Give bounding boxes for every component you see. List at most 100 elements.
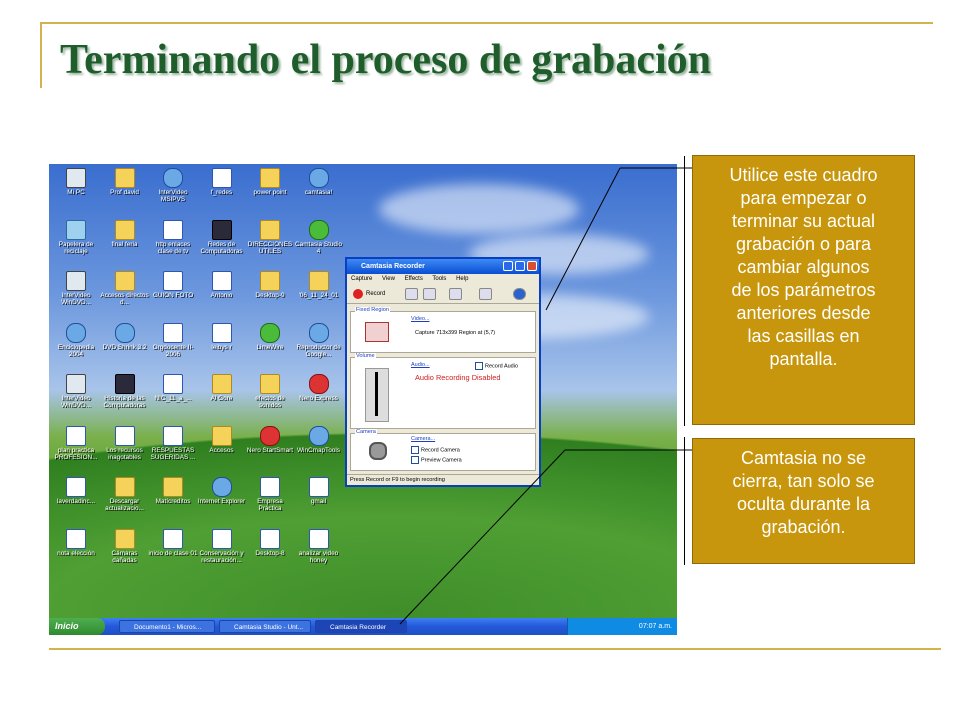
region-selector-icon[interactable]	[365, 322, 389, 342]
desktop-icon[interactable]: Desktop-8	[245, 528, 295, 557]
desktop-icon[interactable]: camtasia!	[294, 168, 344, 196]
record-audio-checkbox[interactable]: Record Audio	[475, 362, 518, 370]
record-camera-label: Record Camera	[421, 447, 460, 454]
document-icon	[163, 219, 183, 240]
desktop-icon-label: leibys r	[211, 343, 232, 351]
desktop-icon[interactable]: Redes de Computadoras	[197, 219, 247, 255]
desktop-icon[interactable]: Nero Express	[294, 374, 344, 402]
desktop-icon-label: GUION FOTO	[152, 292, 194, 299]
desktop-icon[interactable]: Mi PC	[51, 168, 101, 196]
webcam-icon	[369, 442, 387, 460]
desktop-icon[interactable]: RESPUESTAS SUGERIDAS ...	[148, 425, 198, 461]
camera-label: Camera	[355, 429, 377, 435]
desktop-icon[interactable]: NIC_11_a_...	[148, 374, 198, 402]
task-documento1[interactable]: Documento1 - Micros...	[119, 620, 215, 633]
desktop-icon[interactable]: inicio de clase 01	[148, 528, 198, 557]
camtasia-recorder-window[interactable]: Camtasia Recorder Capture View Effects T…	[345, 257, 541, 487]
desktop-icon[interactable]: Papelera de reciclaje	[51, 219, 101, 255]
capture-settings-icon[interactable]	[449, 288, 462, 300]
folder-icon	[211, 374, 232, 394]
app-icon	[308, 322, 329, 343]
desktop-icon[interactable]: Accesos directos d...	[100, 271, 150, 306]
desktop-icon-label: power point	[253, 189, 287, 196]
desktop-icon[interactable]: Accesos	[197, 425, 247, 454]
record-button[interactable]: Record	[351, 288, 385, 300]
desktop-icon[interactable]: efectos de sonidos	[245, 374, 295, 409]
document-icon	[163, 271, 183, 291]
desktop-icon[interactable]: Conservación y restauración...	[197, 528, 247, 564]
delete-icon[interactable]	[423, 288, 436, 300]
desktop-icon[interactable]: Al Gore	[197, 374, 247, 402]
callout-top-line: Utilice este cuadro	[729, 165, 878, 185]
start-button[interactable]: Inicio	[49, 618, 105, 635]
audio-settings-link[interactable]: Audio...	[411, 362, 430, 368]
recorder-titlebar[interactable]: Camtasia Recorder	[347, 259, 539, 274]
desktop-icon[interactable]: Nero StartSmart	[245, 425, 295, 454]
document-icon	[260, 528, 280, 549]
menu-help[interactable]: Help	[456, 276, 468, 282]
desktop-icon[interactable]: power point	[245, 168, 295, 196]
minimize-icon[interactable]	[503, 261, 513, 271]
maximize-icon[interactable]	[515, 261, 525, 271]
desktop-icon[interactable]: Descargar actualizacio...	[100, 477, 150, 512]
desktop-icon[interactable]: http enlaces clase de tv	[148, 219, 198, 255]
desktop-icon[interactable]: Desktop-9	[245, 271, 295, 299]
task-camtasia-recorder[interactable]: Camtasia Recorder	[315, 620, 407, 633]
video-settings-link[interactable]: Video...	[411, 316, 430, 322]
menu-capture[interactable]: Capture	[351, 276, 372, 282]
folder-icon	[308, 271, 329, 291]
output-settings-icon[interactable]	[479, 288, 492, 300]
record-camera-checkbox[interactable]: Record Camera	[411, 446, 460, 454]
desktop-icon[interactable]: Enciclopedia 2004	[51, 322, 101, 358]
desktop-icon[interactable]: Antonio	[197, 271, 247, 299]
preview-camera-label: Preview Camera	[421, 457, 462, 464]
desktop-icon[interactable]: plan practica PROFESION...	[51, 425, 101, 461]
desktop-icon-label: Desktop-9	[255, 292, 285, 299]
menu-tools[interactable]: Tools	[432, 276, 446, 282]
desktop-icon[interactable]: WinCmapTools	[294, 425, 344, 454]
desktop-icon[interactable]: f_redes	[197, 168, 247, 196]
desktop-icon[interactable]: Camtasia Studio 4	[294, 219, 344, 255]
desktop-icon[interactable]: leibys r	[197, 322, 247, 351]
desktop-icon[interactable]: Los recursos inagotables	[100, 425, 150, 461]
desktop-icon[interactable]: Empresa Práctica	[245, 477, 295, 512]
desktop-icon[interactable]: Cámaras dañadas	[100, 528, 150, 564]
close-icon[interactable]	[527, 261, 537, 271]
desktop-icon[interactable]: laverdadinc...	[51, 477, 101, 505]
folder-icon	[114, 271, 135, 291]
desktop-icon[interactable]: Matícreditos	[148, 477, 198, 505]
desktop-icon[interactable]: GUION FOTO	[148, 271, 198, 299]
picture-icon	[66, 374, 86, 394]
desktop-icon[interactable]: analizar video honey	[294, 528, 344, 564]
desktop-icon[interactable]: Orgdocente II-2006	[148, 322, 198, 358]
volume-slider-track	[375, 372, 378, 416]
desktop-icon[interactable]: InterVideo WinDVD...	[51, 374, 101, 409]
desktop-icon[interactable]: DVD Shrink 3.2	[100, 322, 150, 351]
desktop-icon-label: WinCmapTools	[297, 446, 340, 454]
recorder-status-bar: Press Record or F9 to begin recording	[347, 474, 539, 485]
desktop-icon[interactable]: final feria	[100, 219, 150, 248]
stop-icon[interactable]	[405, 288, 418, 300]
task-camtasia-studio[interactable]: Camtasia Studio - Unt...	[219, 620, 311, 633]
preview-camera-checkbox[interactable]: Preview Camera	[411, 456, 462, 464]
camera-settings-link[interactable]: Camera...	[411, 436, 435, 442]
help-icon[interactable]	[513, 288, 526, 300]
clock[interactable]: 07:07 a.m.	[639, 623, 672, 630]
desktop-icon[interactable]: Reproductor de Google...	[294, 322, 344, 358]
callout-top-line: de los parámetros	[731, 280, 876, 300]
desktop-icon[interactable]: '06_11_24_01	[294, 271, 344, 299]
desktop-icon[interactable]: LimeWire	[245, 322, 295, 351]
desktop-icon[interactable]: Internet Explorer	[197, 477, 247, 505]
desktop-icon[interactable]: DIRECCIONES UTILES	[245, 219, 295, 255]
document-icon	[211, 168, 232, 188]
desktop-icon[interactable]: nota elección	[51, 528, 101, 557]
desktop-icon[interactable]: gmail	[294, 477, 344, 505]
capture-region-text: Capture 713x399 Region at (5,7)	[415, 330, 496, 336]
desktop-icon[interactable]: Historia de las Computadoras	[100, 374, 150, 409]
desktop-icon[interactable]: InterVideo WinDVD...	[51, 271, 101, 306]
menu-view[interactable]: View	[382, 276, 395, 282]
menu-effects[interactable]: Effects	[405, 276, 423, 282]
desktop-icon[interactable]: Prof david	[100, 168, 150, 196]
desktop-icon[interactable]: InterVideo MSIPVS	[148, 168, 198, 203]
slide-title: Terminando el proceso de grabación	[60, 37, 712, 83]
